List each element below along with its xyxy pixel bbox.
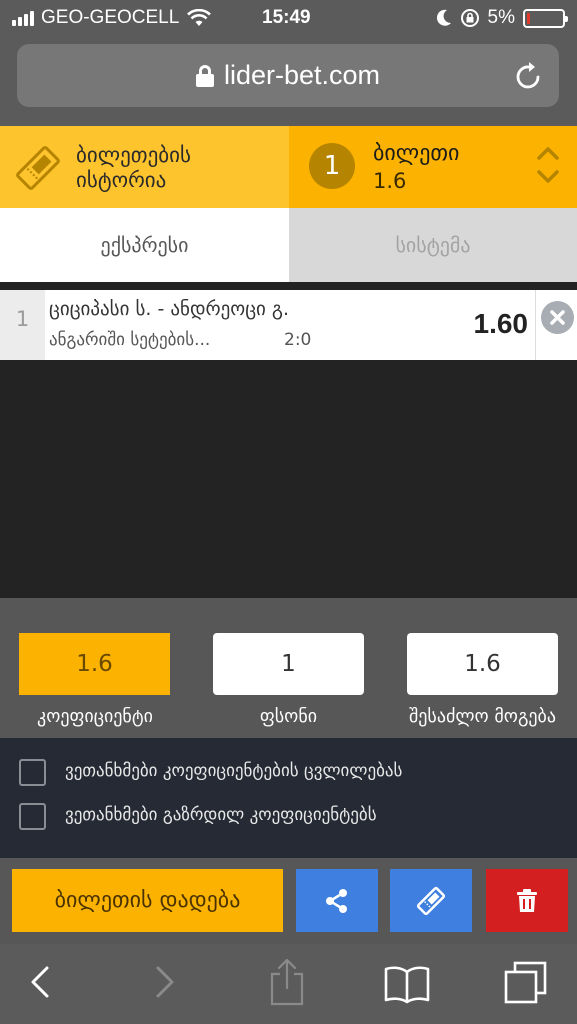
bet-odd: 1.60 xyxy=(473,308,529,339)
bookmarks-icon[interactable] xyxy=(383,964,431,1004)
ticket-icon xyxy=(416,886,446,915)
expand-collapse-icon[interactable] xyxy=(537,144,559,186)
betslip-header: ბილეთების ისტორია 1 ბილეთი 1.6 xyxy=(0,126,577,208)
status-left: GEO-GEOCELL xyxy=(12,7,212,29)
ticket-button[interactable] xyxy=(390,869,472,932)
stake-input[interactable]: 1 xyxy=(213,633,364,695)
possible-win-value: 1.6 xyxy=(407,633,558,695)
ticket-count-badge: 1 xyxy=(309,143,355,189)
current-ticket-panel[interactable]: 1 ბილეთი 1.6 xyxy=(289,126,577,208)
accept-increased-odds-label[interactable]: ვეთანხმები გაზრდილ კოეფიციენტებს xyxy=(65,805,377,825)
close-icon xyxy=(550,310,565,325)
trash-icon xyxy=(517,888,537,912)
accept-odds-change-checkbox[interactable] xyxy=(19,759,46,786)
bet-score: 2:0 xyxy=(284,330,312,350)
stake-panel: 1.6 1 1.6 კოეფიციენტი ფსონი შესაძლო მოგე… xyxy=(0,598,577,738)
bet-row: 1 ციციპასი ს. - ანდრეოცი გ. ანგარიში სეტ… xyxy=(0,290,577,360)
battery-percent: 5% xyxy=(487,7,515,28)
ticket-label: ბილეთი xyxy=(373,141,460,166)
tickets-history-line1: ბილეთების xyxy=(76,143,191,167)
forward-icon[interactable] xyxy=(153,962,177,1002)
delete-ticket-button[interactable] xyxy=(486,869,568,932)
status-bar: GEO-GEOCELL 15:49 5% xyxy=(0,0,577,38)
address-bar[interactable]: lider-bet.com xyxy=(17,44,559,107)
tabs-icon[interactable] xyxy=(503,960,549,1006)
url-display: lider-bet.com xyxy=(17,59,559,91)
empty-area xyxy=(0,360,577,598)
tickets-history-line2: ისტორია xyxy=(76,168,167,192)
moon-icon xyxy=(436,9,451,26)
stake-label: ფსონი xyxy=(259,706,318,727)
browser-toolbar xyxy=(0,944,577,1024)
bet-divider xyxy=(535,290,536,360)
lock-icon xyxy=(195,64,214,87)
accept-increased-odds-checkbox[interactable] xyxy=(19,803,46,830)
ticket-icon xyxy=(16,146,60,190)
accept-odds-change-label[interactable]: ვეთანხმები კოეფიციენტების ცვლილებას xyxy=(65,761,402,781)
reload-icon[interactable] xyxy=(515,61,543,91)
status-time: 15:49 xyxy=(262,7,311,28)
remove-bet-button[interactable] xyxy=(541,301,574,334)
share-sheet-icon[interactable] xyxy=(268,958,306,1006)
bet-market: ანგარიში სეტების... xyxy=(49,330,211,350)
action-bar: ბილეთის დადება xyxy=(0,858,577,944)
bet-teams: ციციპასი ს. - ანდრეოცი გ. xyxy=(49,298,290,320)
share-button[interactable] xyxy=(296,869,378,932)
tab-system[interactable]: სისტემა xyxy=(289,208,577,282)
coefficient-value: 1.6 xyxy=(19,633,170,695)
url-text: lider-bet.com xyxy=(223,60,381,91)
share-icon xyxy=(326,888,347,913)
tab-express[interactable]: ექსპრესი xyxy=(0,208,289,282)
possible-win-label: შესაძლო მოგება xyxy=(408,706,557,727)
carrier-name: GEO-GEOCELL xyxy=(41,7,180,28)
status-right: 5% xyxy=(436,7,568,29)
place-bet-button[interactable]: ბილეთის დადება xyxy=(12,869,283,932)
bet-type-tabs: ექსპრესი სისტემა xyxy=(0,208,577,282)
back-icon[interactable] xyxy=(28,962,52,1002)
wifi-icon xyxy=(187,9,212,26)
tickets-history-button[interactable]: ბილეთების ისტორია xyxy=(0,126,289,208)
betslip-page: GEO-GEOCELL 15:49 5% lider-bet.com ბილეთ… xyxy=(0,0,577,1024)
tickets-history-label: ბილეთების ისტორია xyxy=(76,143,276,193)
bet-index: 1 xyxy=(0,290,45,360)
battery-icon xyxy=(523,8,568,28)
coefficient-label: კოეფიციენტი xyxy=(37,706,153,727)
ticket-odds: 1.6 xyxy=(373,169,407,193)
rotation-lock-icon xyxy=(460,9,479,27)
browser-chrome: lider-bet.com xyxy=(0,38,577,126)
signal-icon xyxy=(12,10,34,26)
agreements-panel: ვეთანხმები კოეფიციენტების ცვლილებას ვეთა… xyxy=(0,738,577,858)
battery-fill xyxy=(527,12,530,24)
